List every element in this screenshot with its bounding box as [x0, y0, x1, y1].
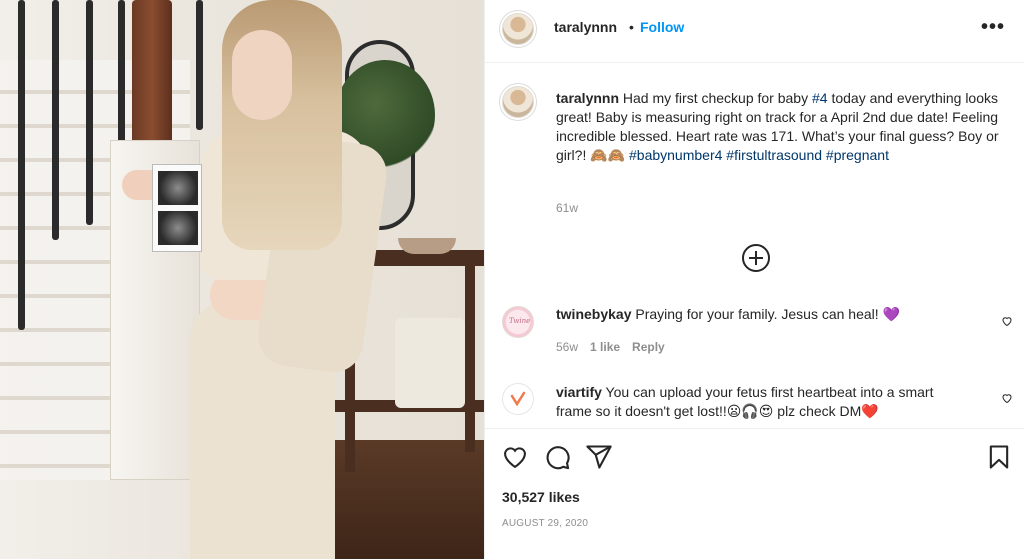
author-username[interactable]: taralynnn: [554, 19, 617, 35]
caption-username[interactable]: taralynnn: [556, 90, 619, 106]
comment-emojis: 😦🎧😍: [726, 404, 774, 420]
ultrasound-image: [158, 171, 198, 205]
more-icon[interactable]: •••: [981, 16, 1005, 39]
reply-button[interactable]: Reply: [632, 340, 665, 354]
photo-baluster: [86, 0, 93, 225]
photo-ultrasound: [152, 164, 202, 252]
bookmark-icon[interactable]: [985, 443, 1013, 471]
heart-icon[interactable]: [501, 443, 529, 471]
photo-basket: [395, 318, 465, 408]
post-photo[interactable]: [0, 0, 484, 559]
like-comment-heart-icon[interactable]: [1001, 392, 1013, 404]
photo-table-leg: [465, 262, 475, 452]
commenter-username[interactable]: twinebykay: [556, 306, 631, 322]
commenter-username[interactable]: viartify: [556, 384, 602, 400]
red-heart-emoji: ❤️: [861, 404, 879, 420]
comment-body-end: plz check DM: [773, 403, 862, 419]
commenter-avatar[interactable]: [502, 306, 534, 338]
photo-face: [232, 30, 292, 120]
comment-timestamp[interactable]: 56w: [556, 340, 578, 354]
comment-icon[interactable]: [543, 443, 571, 471]
post-panel: taralynnn • Follow ••• taralynnn Had my …: [484, 0, 1024, 559]
photo-baluster: [196, 0, 203, 130]
comment-text: viartify You can upload your fetus first…: [556, 383, 956, 422]
photo-baluster: [18, 0, 25, 330]
like-comment-heart-icon[interactable]: [1001, 315, 1013, 327]
post-actions: 30,527 likes AUGUST 29, 2020: [485, 428, 1024, 559]
comment-meta: 56w 1 like Reply: [556, 340, 677, 354]
post-header: taralynnn • Follow •••: [485, 0, 1024, 63]
post-date[interactable]: AUGUST 29, 2020: [502, 518, 588, 529]
photo-baluster: [52, 0, 59, 240]
hashtag-link[interactable]: #babynumber4: [629, 147, 722, 163]
likes-count[interactable]: 30,527 likes: [502, 489, 580, 505]
caption-timestamp[interactable]: 61w: [556, 201, 578, 215]
caption-text: taralynnn Had my first checkup for baby …: [556, 89, 1006, 166]
caption-emojis: 🙈🙈: [590, 148, 626, 164]
caption-tag-number[interactable]: #4: [812, 90, 828, 106]
hashtag-link[interactable]: #firstultrasound: [726, 147, 822, 163]
author-avatar[interactable]: [502, 13, 534, 45]
follow-button[interactable]: Follow: [640, 19, 684, 35]
caption-avatar[interactable]: [502, 86, 534, 118]
comments-section: taralynnn Had my first checkup for baby …: [485, 63, 1024, 428]
photo-bowl: [398, 238, 456, 254]
photo-newel-post: [132, 0, 172, 150]
comment-body: Praying for your family. Jesus can heal!: [631, 306, 883, 322]
comment-text: twinebykay Praying for your family. Jesu…: [556, 305, 956, 325]
share-icon[interactable]: [585, 443, 613, 471]
viartify-logo-icon: [510, 391, 526, 407]
comment-likes[interactable]: 1 like: [590, 340, 620, 354]
caption-text-part: Had my first checkup for baby: [619, 90, 812, 106]
commenter-avatar[interactable]: [502, 383, 534, 415]
purple-heart-emoji: 💜: [882, 307, 900, 323]
ultrasound-image: [158, 211, 198, 245]
header-separator: •: [629, 19, 634, 35]
load-more-comments-plus-circle-icon[interactable]: [742, 244, 770, 272]
hashtag-link[interactable]: #pregnant: [826, 147, 889, 163]
